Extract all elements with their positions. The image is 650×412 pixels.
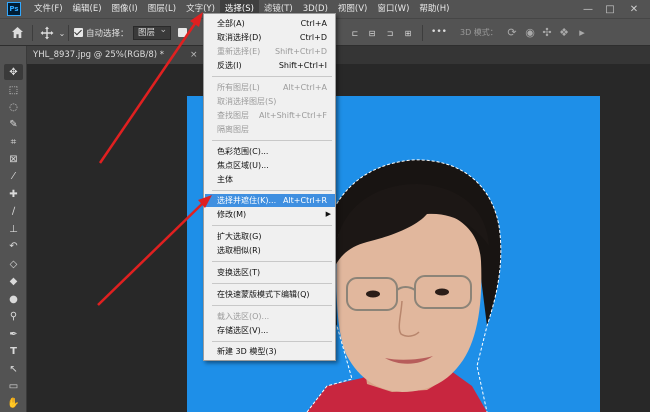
arrow-to-select-and-mask: [97, 195, 212, 306]
annotation-arrows: [97, 12, 212, 306]
arrow-to-select-menu: [98, 12, 203, 164]
